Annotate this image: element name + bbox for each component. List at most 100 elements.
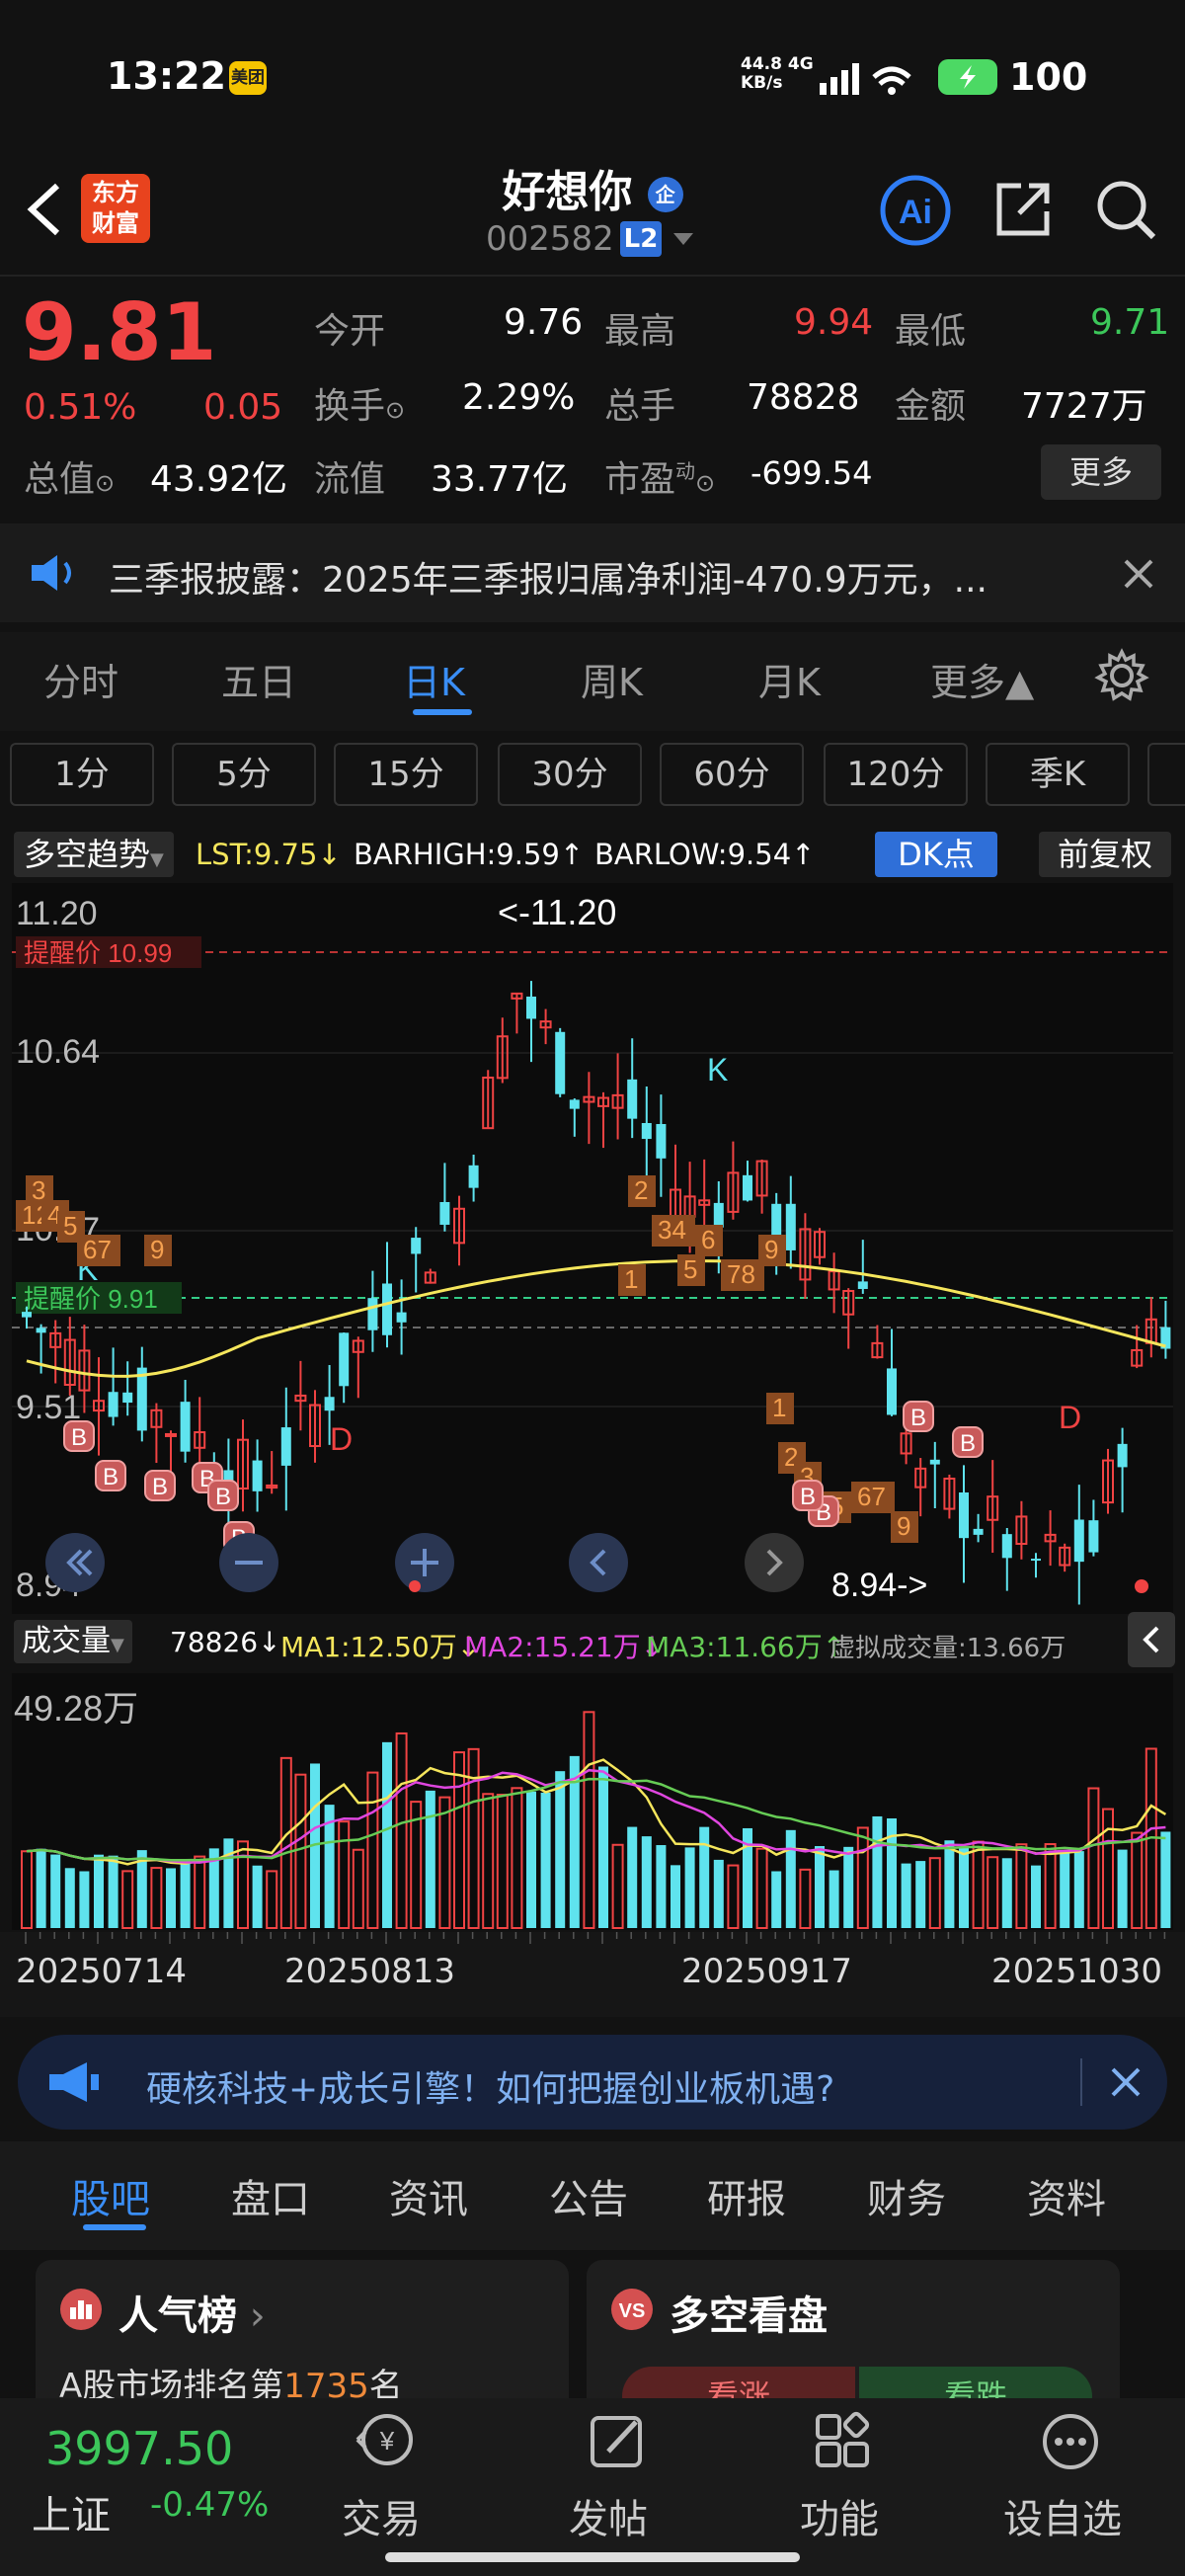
- volume-bar: [815, 1846, 825, 1928]
- svg-text:VS: VS: [619, 2300, 646, 2322]
- candle-body: [1073, 1519, 1084, 1563]
- bull-bear-card[interactable]: VS 多空看盘 看涨 看跌: [587, 2260, 1120, 2418]
- candle-body: [785, 1203, 796, 1250]
- candle-body: [656, 1124, 667, 1159]
- pe-value: -699.54: [750, 454, 873, 492]
- mktcap-value: 43.92亿: [150, 459, 288, 500]
- l2-badge[interactable]: L2: [620, 221, 662, 257]
- alert-price-label-2: 提醒价 9.91: [24, 1284, 158, 1314]
- tab-monthly-k[interactable]: 月K: [758, 652, 821, 706]
- volume-bar: [671, 1865, 680, 1928]
- signal-badge-text: 67: [857, 1482, 886, 1511]
- signal-badge-text: 9: [897, 1511, 910, 1541]
- nav-trade[interactable]: 交易: [342, 2487, 421, 2544]
- volume-bar: [641, 1836, 652, 1928]
- section-tab-announcement[interactable]: 公告: [549, 2167, 628, 2224]
- search-icon[interactable]: [1094, 178, 1157, 241]
- high-value: 9.94: [794, 302, 874, 343]
- candle-body: [165, 1432, 177, 1437]
- ad-banner[interactable]: 硬核科技+成长引擎！如何把握创业板机遇?: [18, 2035, 1167, 2130]
- period-quarter-k[interactable]: 季K: [986, 743, 1130, 806]
- buy-signal-text: B: [800, 1484, 816, 1510]
- nav-add-watchlist[interactable]: 设自选: [1003, 2487, 1122, 2544]
- nav-functions[interactable]: 功能: [800, 2487, 879, 2544]
- section-tab-profile[interactable]: 资料: [1027, 2167, 1106, 2224]
- float-value: 33.77亿: [431, 459, 569, 500]
- collapse-panel-button[interactable]: [1128, 1612, 1175, 1667]
- bull-bear-title: 多空看盘: [670, 2294, 828, 2339]
- ai-icon[interactable]: Ai: [879, 174, 952, 247]
- period-15min[interactable]: 15分: [334, 743, 478, 806]
- fast-left-icon[interactable]: [45, 1533, 105, 1592]
- tab-weekly-k[interactable]: 周K: [581, 652, 643, 706]
- buy-signal-text: B: [103, 1464, 118, 1490]
- date-label-4: 20251030: [991, 1952, 1163, 1991]
- section-tab-active-indicator: [83, 2224, 146, 2230]
- volume-bar: [959, 1847, 969, 1928]
- candle-body: [569, 1099, 580, 1109]
- period-120min[interactable]: 120分: [824, 743, 968, 806]
- change-amount: 0.05: [203, 387, 283, 428]
- share-icon[interactable]: [991, 178, 1055, 241]
- candle-body: [382, 1283, 392, 1335]
- index-value[interactable]: 3997.50: [45, 2422, 233, 2475]
- more-button[interactable]: 更多: [1041, 444, 1161, 500]
- popularity-card[interactable]: 人气榜 › A股市场排名第1735名: [36, 2260, 569, 2418]
- battery-icon: [938, 59, 997, 95]
- indicator-lst: LST:9.75↓: [196, 838, 342, 871]
- adjust-button[interactable]: 前复权: [1039, 832, 1171, 877]
- settings-icon[interactable]: [1094, 648, 1149, 703]
- period-5min[interactable]: 5分: [172, 743, 316, 806]
- period-60min[interactable]: 60分: [660, 743, 804, 806]
- volume-bar: [64, 1868, 75, 1928]
- candle-body: [627, 1079, 638, 1119]
- close-icon[interactable]: [1122, 557, 1155, 591]
- stock-code: 002582: [486, 219, 614, 259]
- section-tab-finance[interactable]: 财务: [867, 2167, 946, 2224]
- section-tab-news[interactable]: 资讯: [389, 2167, 468, 2224]
- tab-more[interactable]: 更多▲: [930, 652, 1034, 706]
- scroll-left-icon[interactable]: [569, 1533, 628, 1592]
- announcement-bar[interactable]: 三季报披露：2025年三季报归属净利润-470.9万元，...: [0, 523, 1185, 622]
- index-name: 上证: [32, 2493, 111, 2538]
- functions-icon[interactable]: [812, 2410, 875, 2473]
- scroll-right-icon[interactable]: [745, 1533, 804, 1592]
- section-tab-guba[interactable]: 股吧: [71, 2167, 150, 2224]
- tab-five-day[interactable]: 五日: [221, 652, 296, 706]
- tab-daily-k[interactable]: 日K: [403, 652, 465, 706]
- signal-badge-text: 78: [727, 1259, 755, 1289]
- volume-bar: [598, 1766, 608, 1928]
- candle-body: [396, 1312, 407, 1323]
- volume-bar: [36, 1848, 46, 1928]
- volume-bar: [180, 1860, 191, 1928]
- volume-chart[interactable]: 49.28万: [0, 1673, 1185, 1930]
- dk-point-button[interactable]: DK点: [875, 832, 997, 877]
- bottom-nav: 3997.50 上证 -0.47% ¥ 交易 发帖 功能 设自选: [0, 2398, 1185, 2576]
- period-30min[interactable]: 30分: [498, 743, 642, 806]
- volume-bar: [1031, 1865, 1041, 1928]
- ad-close-icon[interactable]: [1110, 2066, 1142, 2098]
- candle-body: [713, 1202, 724, 1228]
- candlestick-chart[interactable]: 11.20 10.64 10.07 9.51 8.94 提醒价 10.99 提醒…: [0, 883, 1185, 1614]
- volume-bar: [829, 1870, 839, 1928]
- dropdown-icon[interactable]: [672, 231, 695, 247]
- section-tab-research[interactable]: 研报: [707, 2167, 786, 2224]
- period-1min[interactable]: 1分: [10, 743, 154, 806]
- volume-value: 78826↓: [170, 1626, 281, 1658]
- signal-badge-text: 5: [63, 1211, 77, 1241]
- post-icon[interactable]: [587, 2410, 650, 2473]
- trade-icon[interactable]: ¥: [354, 2410, 417, 2473]
- section-tab-pankou[interactable]: 盘口: [231, 2167, 310, 2224]
- volume-selector[interactable]: 成交量▼: [14, 1620, 132, 1663]
- megaphone-icon: [49, 2062, 99, 2102]
- tab-minute[interactable]: 分时: [43, 652, 118, 706]
- indicator-selector[interactable]: 多空趋势▼: [14, 832, 174, 877]
- nav-post[interactable]: 发帖: [569, 2487, 648, 2544]
- volume-bar: [901, 1863, 911, 1928]
- period-more[interactable]: [1147, 743, 1185, 806]
- volume-bar: [699, 1826, 710, 1928]
- volume-bar: [1073, 1851, 1084, 1928]
- watchlist-icon[interactable]: [1039, 2410, 1102, 2473]
- volume-bar: [1060, 1851, 1070, 1928]
- volume-bar: [108, 1855, 118, 1928]
